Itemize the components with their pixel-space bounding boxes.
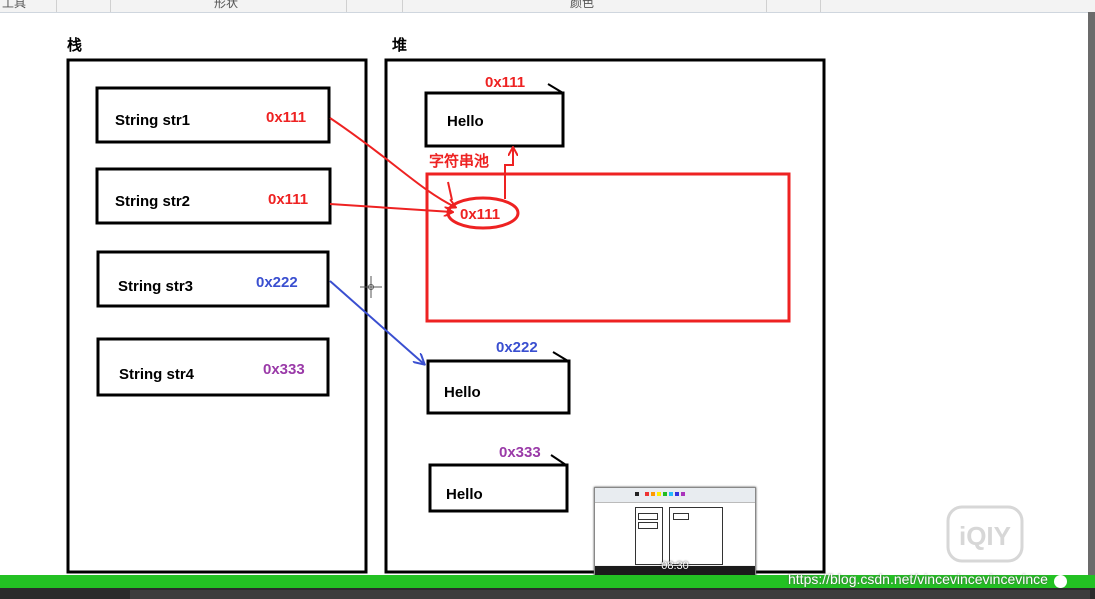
thumbnail-ribbon xyxy=(595,488,755,503)
stack-var-name: String str4 xyxy=(119,366,195,383)
stack-var-str4: String str4 0x333 xyxy=(96,337,330,397)
memory-diagram: 栈 堆 String str1 0x111 String str2 0x111 … xyxy=(66,36,826,574)
heap-title: 堆 xyxy=(392,36,407,54)
stack-var-name: String str2 xyxy=(115,193,190,210)
iqiyi-logo-icon: iQIY xyxy=(946,505,1024,563)
palette-swatch xyxy=(635,492,639,496)
stack-var-str3: String str3 0x222 xyxy=(96,250,330,308)
stack-var-str1: String str1 0x111 xyxy=(95,86,331,144)
heap-object-value: Hello xyxy=(444,384,481,401)
heap-object-0x333: 0x333 Hello xyxy=(428,444,569,513)
string-pool-entry: 0x111 xyxy=(460,206,500,223)
logo-text: iQIY xyxy=(959,521,1011,551)
stack-var-name: String str3 xyxy=(118,278,193,295)
string-pool-label: 字符串池 xyxy=(429,152,489,170)
heap-object-value: Hello xyxy=(447,113,484,130)
string-pool-box xyxy=(425,172,791,323)
palette-swatch xyxy=(669,492,673,496)
heap-object-address: 0x111 xyxy=(485,74,525,91)
pointer-tick xyxy=(447,181,453,201)
stack-var-address: 0x222 xyxy=(256,274,298,291)
stack-var-address: 0x111 xyxy=(266,109,306,126)
stack-var-name: String str1 xyxy=(115,112,190,129)
palette-swatch xyxy=(681,492,685,496)
heap-object-address: 0x333 xyxy=(499,444,541,461)
string-pool: 字符串池 0x111 xyxy=(425,152,791,323)
heap-object-value: Hello xyxy=(446,486,483,503)
heap-object-0x222: 0x222 Hello xyxy=(426,339,571,415)
buffer-track xyxy=(130,590,1090,599)
thumbnail-var-box xyxy=(638,522,658,529)
stack-var-str2: String str2 0x111 xyxy=(95,167,332,225)
progress-knob[interactable] xyxy=(1054,575,1067,588)
thumbnail-object-box xyxy=(673,513,689,520)
heap-object-0x111: 0x111 Hello xyxy=(424,74,565,148)
stack-var-address: 0x111 xyxy=(268,191,308,208)
stack-title: 栈 xyxy=(67,36,82,54)
crosshair-cursor-icon xyxy=(360,276,382,298)
video-thumbnail-preview[interactable]: 08:30 xyxy=(594,487,756,577)
palette-swatch xyxy=(675,492,679,496)
palette-swatch xyxy=(651,492,655,496)
thumbnail-var-box xyxy=(638,513,658,520)
palette-swatch xyxy=(645,492,649,496)
heap-object-address: 0x222 xyxy=(496,339,538,356)
player-control-bar xyxy=(0,588,1095,599)
thumbnail-time: 08:30 xyxy=(661,560,689,572)
palette-swatch xyxy=(657,492,661,496)
arrow-str2-to-pool xyxy=(329,203,452,212)
thumbnail-canvas xyxy=(595,503,755,565)
stack-var-address: 0x333 xyxy=(263,361,305,378)
palette-swatch xyxy=(663,492,667,496)
watermark-url: https://blog.csdn.net/vincevincevincevin… xyxy=(788,571,1048,587)
